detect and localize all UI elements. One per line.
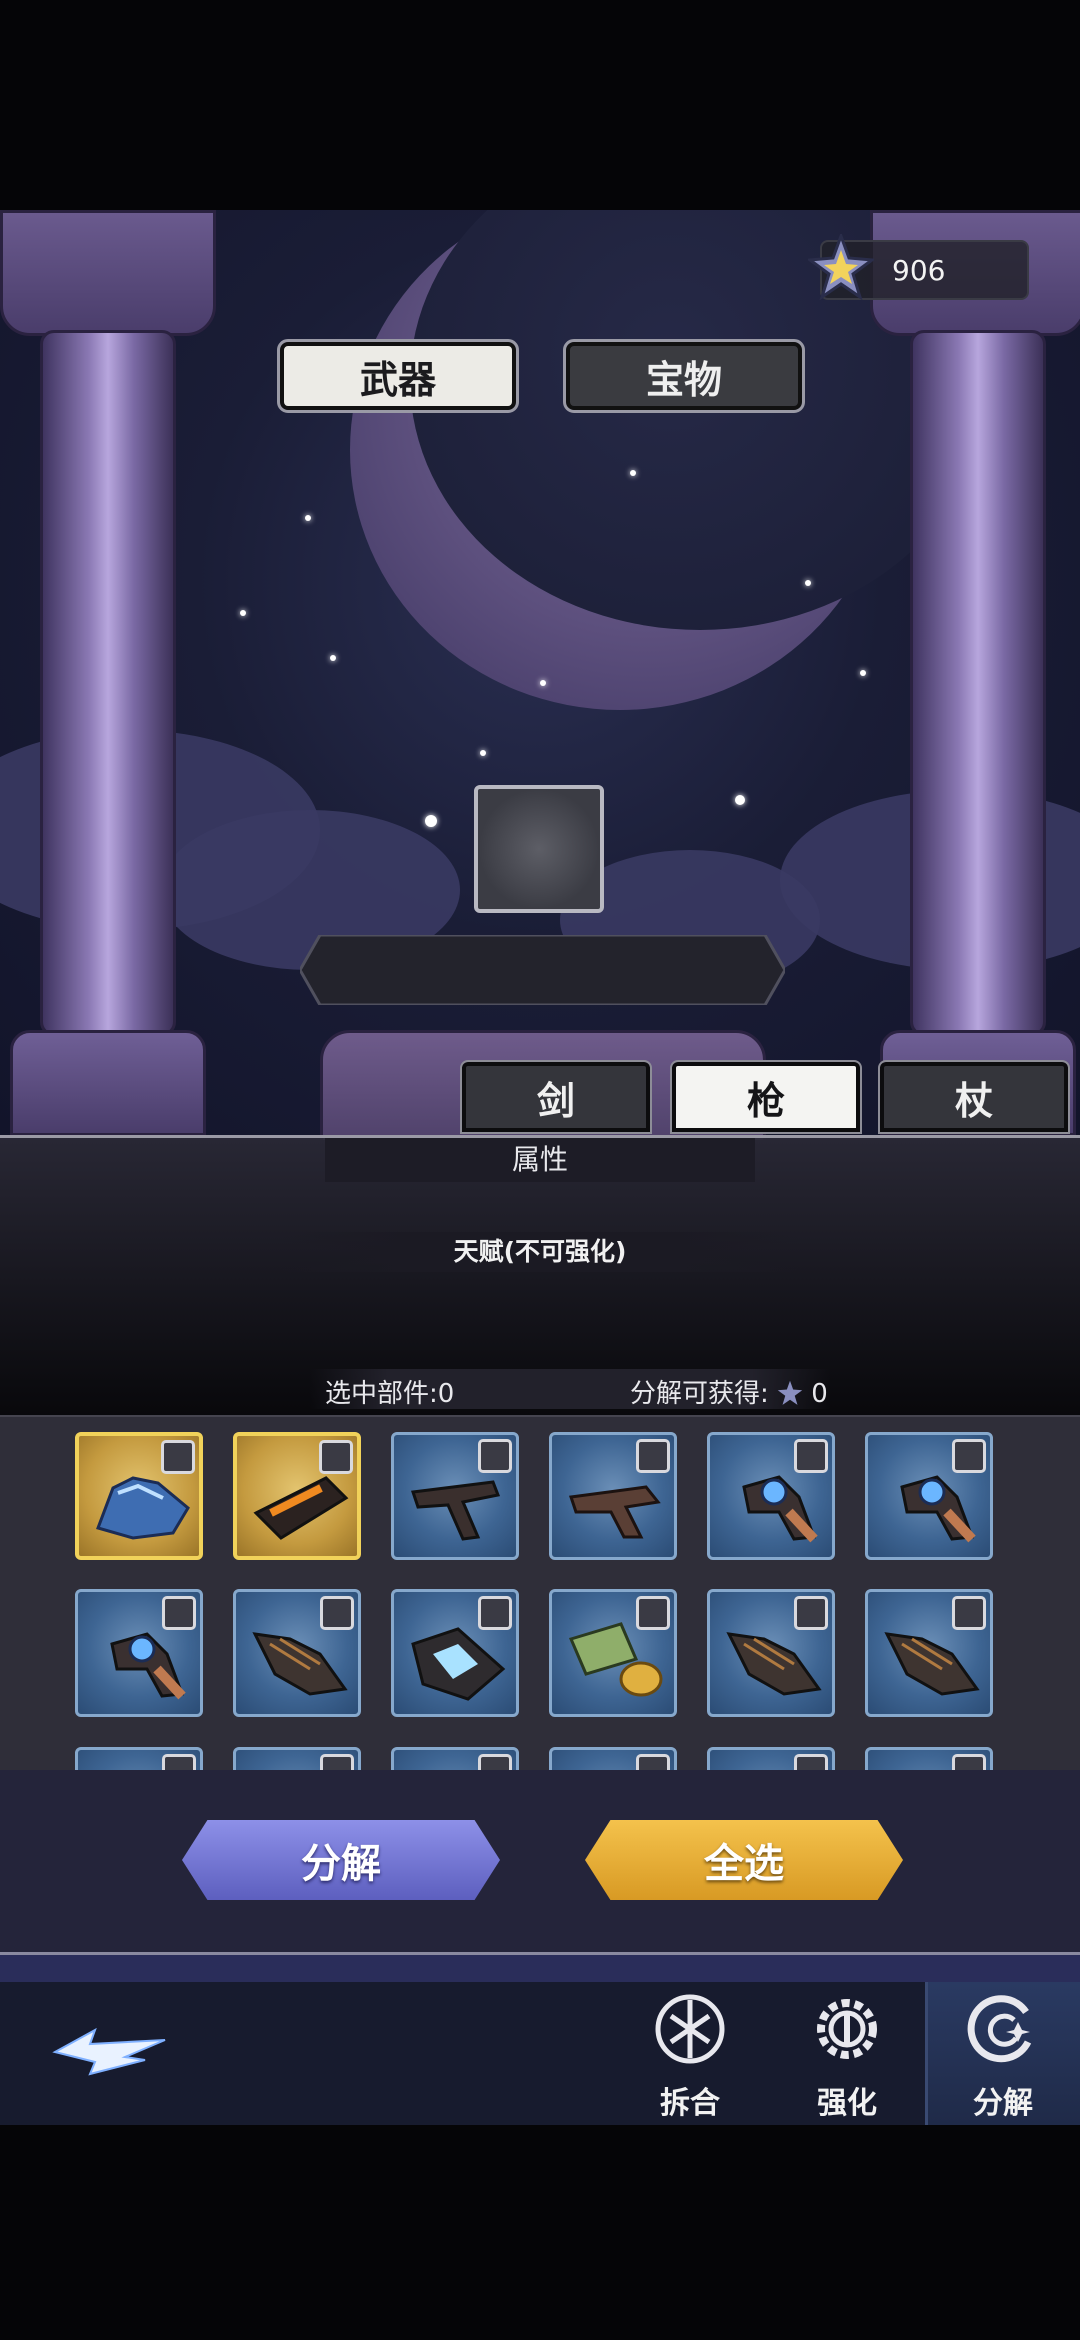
star-gem-icon — [777, 1380, 803, 1405]
tab-sword[interactable]: 剑 — [460, 1060, 652, 1134]
item-slot[interactable] — [75, 1589, 203, 1717]
decompose-gain: 分解可获得: 0 — [630, 1373, 828, 1410]
status-bar-area — [0, 0, 1080, 210]
nav-dismantle[interactable]: 拆合 — [615, 1982, 765, 2125]
currency-value: 906 — [892, 254, 946, 287]
item-checkbox[interactable] — [478, 1596, 512, 1630]
selected-count: 选中部件:0 — [325, 1379, 455, 1409]
item-slot[interactable] — [75, 1432, 203, 1560]
star-gem-icon — [808, 234, 874, 300]
currency-display: 906 — [808, 234, 1029, 300]
left-pillar — [0, 210, 216, 1136]
item-slot[interactable] — [549, 1432, 677, 1560]
item-checkbox[interactable] — [794, 1439, 828, 1473]
right-pillar — [870, 210, 1080, 1136]
star — [305, 515, 311, 521]
star — [860, 670, 866, 676]
system-nav-area — [0, 2125, 1080, 2340]
nav-label: 强化 — [817, 2086, 877, 2121]
nav-enhance[interactable]: 强化 — [772, 1982, 922, 2125]
tab-weapons[interactable]: 武器 — [277, 339, 519, 413]
dismantle-icon — [655, 1994, 725, 2064]
star — [735, 795, 745, 805]
item-slot[interactable] — [865, 1432, 993, 1560]
star — [805, 580, 811, 586]
star — [240, 610, 246, 616]
gain-label: 分解可获得: — [630, 1379, 769, 1409]
item-slot[interactable] — [391, 1589, 519, 1717]
item-checkbox[interactable] — [952, 1439, 986, 1473]
item-checkbox[interactable] — [478, 1439, 512, 1473]
star — [480, 750, 486, 756]
equipment-slot[interactable] — [474, 785, 604, 913]
item-slot[interactable] — [549, 1589, 677, 1717]
item-checkbox[interactable] — [952, 1596, 986, 1630]
back-arrow-icon[interactable] — [50, 2022, 170, 2082]
item-slot[interactable] — [391, 1432, 519, 1560]
item-checkbox[interactable] — [636, 1596, 670, 1630]
star — [540, 680, 546, 686]
item-slot[interactable] — [233, 1432, 361, 1560]
item-checkbox[interactable] — [162, 1596, 196, 1630]
tab-treasures[interactable]: 宝物 — [563, 339, 805, 413]
selection-summary: 选中部件:0 分解可获得: 0 — [0, 1365, 1080, 1415]
enhance-gear-icon — [817, 1999, 877, 2059]
item-slot[interactable] — [865, 1589, 993, 1717]
item-checkbox[interactable] — [320, 1596, 354, 1630]
select-all-button[interactable]: 全选 — [585, 1820, 903, 1900]
bottom-nav: 拆合 强化 分解 — [0, 1982, 1080, 2125]
item-checkbox[interactable] — [636, 1439, 670, 1473]
nav-decompose[interactable]: 分解 — [925, 1982, 1080, 2125]
decompose-button[interactable]: 分解 — [182, 1820, 500, 1900]
decompose-swirl-icon — [967, 1995, 1032, 2063]
star — [425, 815, 437, 827]
nav-label: 分解 — [973, 2086, 1033, 2121]
item-nameplate — [300, 935, 785, 1005]
item-checkbox[interactable] — [319, 1440, 353, 1474]
gain-value: 0 — [811, 1379, 828, 1409]
item-checkbox[interactable] — [161, 1440, 195, 1474]
item-slot[interactable] — [707, 1432, 835, 1560]
star — [630, 470, 636, 476]
action-bar — [0, 1770, 1080, 1955]
item-grid[interactable] — [0, 1415, 1080, 1774]
item-slot[interactable] — [707, 1589, 835, 1717]
attribute-header: 属性 — [325, 1138, 755, 1182]
item-slot[interactable] — [233, 1589, 361, 1717]
talent-label: 天赋(不可强化) — [280, 1232, 800, 1272]
nav-divider — [0, 1952, 1080, 1985]
tab-spear[interactable]: 枪 — [670, 1060, 862, 1134]
item-checkbox[interactable] — [794, 1596, 828, 1630]
star — [330, 655, 336, 661]
nav-label: 拆合 — [660, 2086, 720, 2121]
tab-staff[interactable]: 杖 — [878, 1060, 1070, 1134]
